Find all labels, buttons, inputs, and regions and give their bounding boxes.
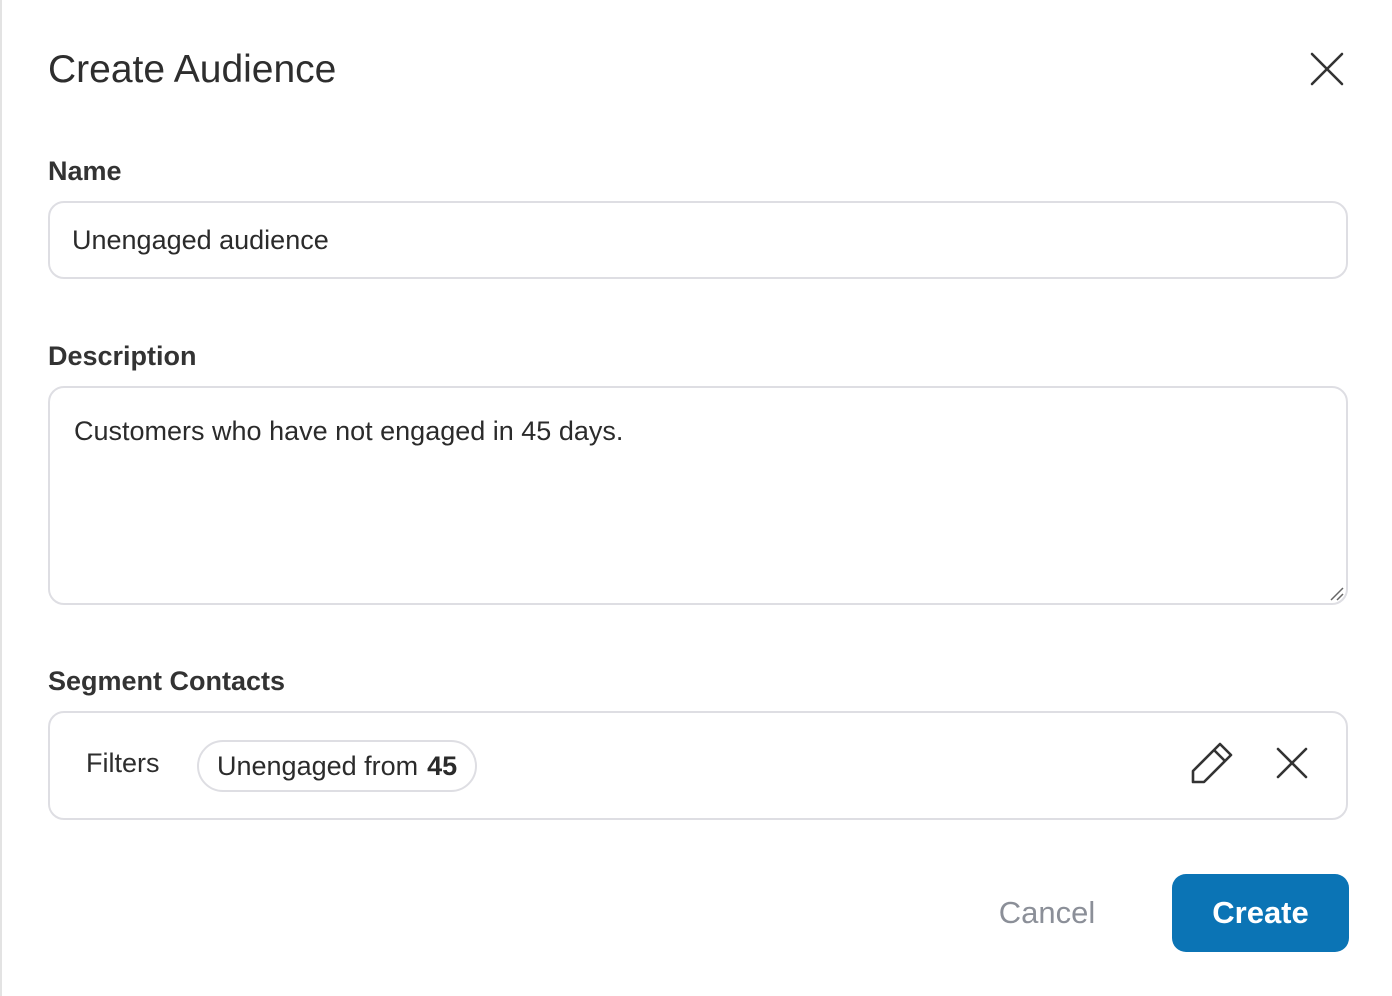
edit-filter-button[interactable] bbox=[1188, 739, 1236, 787]
segment-contacts-label: Segment Contacts bbox=[48, 666, 286, 696]
description-label: Description bbox=[48, 341, 197, 371]
cancel-button[interactable]: Cancel bbox=[974, 874, 1120, 952]
resize-handle-icon[interactable] bbox=[1328, 585, 1344, 601]
close-dialog-button[interactable] bbox=[1306, 48, 1348, 90]
filter-chip-value: 45 bbox=[427, 750, 458, 781]
segment-filters-panel: Filters Unengaged from 45 bbox=[48, 711, 1348, 820]
dialog-title: Create Audience bbox=[48, 48, 337, 91]
pencil-icon bbox=[1191, 742, 1233, 784]
description-textarea[interactable]: Customers who have not engaged in 45 day… bbox=[48, 386, 1348, 605]
create-button[interactable]: Create bbox=[1172, 874, 1349, 952]
close-icon bbox=[1276, 747, 1308, 779]
remove-filter-button[interactable] bbox=[1268, 739, 1316, 787]
name-label: Name bbox=[48, 156, 122, 186]
filter-chip-text: Unengaged from bbox=[217, 750, 419, 781]
close-icon bbox=[1310, 52, 1344, 86]
filters-label: Filters bbox=[86, 748, 160, 778]
name-input[interactable]: Unengaged audience bbox=[48, 201, 1348, 279]
filter-chip[interactable]: Unengaged from 45 bbox=[197, 740, 478, 792]
create-audience-dialog: Create Audience Name Unengaged audience … bbox=[0, 0, 1392, 996]
